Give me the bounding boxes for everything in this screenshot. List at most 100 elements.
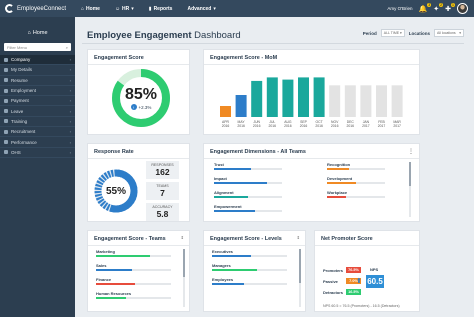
bar-fill [96, 297, 126, 300]
scrollbar-thumb[interactable] [299, 249, 301, 283]
main-nav: ⌂ Home ☺ HR ▾ ▮ Reports Advanced ▾ [81, 6, 216, 12]
bar[interactable] [251, 80, 263, 117]
user-name[interactable]: Amy O'Brien [387, 6, 412, 11]
sidebar-item-payment[interactable]: Payment › [0, 96, 75, 107]
dimensions-panel: Engagement Dimensions - All Teams ⋮ Trus… [203, 143, 420, 222]
bar[interactable] [344, 85, 356, 117]
avatar[interactable] [457, 3, 468, 14]
tick-label: JUN 2016 [252, 120, 261, 128]
scrollbar-thumb[interactable] [409, 162, 411, 186]
logo-icon [5, 4, 14, 13]
response-value: 55% [105, 185, 126, 197]
sidebar-item-employment[interactable]: Employment › [0, 86, 75, 97]
panel-title: Engagement Score - Levels [210, 236, 282, 242]
tick-label: JAN 2017 [362, 120, 370, 128]
alert-icon[interactable]: ✦ 2 [433, 2, 444, 13]
sidebar-item-leave[interactable]: Leave › [0, 106, 75, 117]
filters: Period ALL TIME ▾ Locations All locations… [363, 29, 464, 37]
dimension-label: Recognition [327, 162, 351, 167]
response-donut: 55% [93, 168, 139, 214]
stat-responses: RESPONSES 162 [146, 161, 179, 179]
chevron-right-icon: › [69, 139, 71, 145]
sort-icon[interactable]: ⇕ [181, 235, 184, 240]
chevron-right-icon: › [69, 57, 71, 63]
chart-icon: ▮ [148, 5, 152, 12]
divider [88, 158, 189, 159]
locations-select[interactable]: All locations ▾ [434, 29, 464, 37]
nps-panel: Net Promoter Score Promoters 76.5% Passiv… [314, 230, 420, 312]
bar[interactable] [298, 77, 309, 117]
nav-hr[interactable]: ☺ HR ▾ [115, 6, 134, 12]
chevron-right-icon: › [69, 149, 71, 155]
sidebar-item-my-details[interactable]: My Details › [0, 65, 75, 76]
nav-advanced[interactable]: Advanced ▾ [187, 6, 215, 12]
arrow-up-icon: ⬆ [356, 278, 362, 285]
filter-menu-input[interactable]: Filter Menu ⌕ [4, 43, 71, 51]
bar[interactable] [360, 85, 372, 117]
chevron-right-icon: › [69, 129, 71, 135]
bar[interactable] [282, 79, 294, 117]
panel-title: Engagement Score - MoM [210, 55, 278, 61]
tick-label: DEC 2016 [346, 120, 355, 128]
sidebar-item-label: Performance [11, 139, 37, 145]
mom-panel: Engagement Score - MoM APR 2016 MAY 2016 JUN… [203, 49, 420, 135]
sidebar-item-company[interactable]: Company › [0, 55, 75, 66]
chevron-down-icon: ▾ [459, 31, 461, 35]
bar[interactable] [376, 85, 387, 117]
period-label: Period [362, 30, 377, 36]
bar[interactable] [329, 85, 341, 117]
stat-accuracy: ACCURACY 5.8 [146, 203, 179, 221]
sidebar-item-training[interactable]: Training › [0, 117, 75, 128]
page-title: Employee Engagement Dashboard [87, 30, 241, 41]
bar[interactable] [313, 77, 325, 117]
logo[interactable]: EmployeeConnect [0, 0, 75, 17]
tick-label: AUG 2016 [284, 120, 292, 128]
bar[interactable] [391, 85, 403, 117]
bar[interactable] [235, 95, 247, 117]
chevron-right-icon: › [69, 118, 71, 124]
top-right-area: Amy O'Brien 🔔 3 ✦ 2 ✚ 1 [387, 2, 474, 14]
response-rate-panel: Response Rate 55% RESPONSES 162 TEAMS 7 AC… [87, 143, 190, 222]
menu-icon [4, 78, 8, 83]
nav-home[interactable]: ⌂ Home [81, 6, 100, 12]
sidebar-item-label: Employment [11, 88, 37, 94]
menu-icon [4, 119, 8, 124]
sort-icon[interactable]: ⇕ [297, 235, 300, 240]
dimension-label: Trust [214, 162, 224, 167]
dimension-bar [214, 168, 252, 171]
sidebar-home[interactable]: ⌂ Home [0, 26, 75, 40]
sidebar-item-ohs[interactable]: OHS › [0, 148, 75, 158]
more-options-icon[interactable]: ⋮ [408, 148, 414, 155]
scrollbar-thumb[interactable] [183, 249, 185, 277]
menu-icon [4, 98, 8, 103]
bar-label: Sales [96, 263, 107, 268]
dimension-bar [214, 210, 255, 213]
panel-title: Engagement Score - Teams [94, 236, 166, 242]
teams-panel: Engagement Score - Teams ⇕ Marketing Sale… [87, 230, 190, 312]
sidebar-item-label: Company [11, 57, 31, 63]
divider [88, 245, 189, 246]
bar-label: Employees [212, 277, 234, 282]
notification-icon[interactable]: 🔔 3 [419, 2, 432, 13]
bar[interactable] [266, 77, 278, 117]
tick-label: MAY 2016 [237, 120, 245, 128]
sidebar-item-performance[interactable]: Performance › [0, 137, 75, 148]
nav-reports[interactable]: ▮ Reports [149, 6, 173, 12]
dimension-label: Impact [214, 176, 227, 181]
tick-label: JUL 2016 [268, 120, 277, 128]
bar-fill [96, 255, 150, 258]
engagement-delta: ↑ +2.3% [130, 104, 152, 110]
sidebar-home-label: Home [32, 30, 48, 36]
divider [315, 245, 419, 246]
top-bar: EmployeeConnect ⌂ Home ☺ HR ▾ ▮ Reports Adva… [0, 0, 474, 17]
bar[interactable] [220, 106, 231, 117]
nps-label: NPS [370, 267, 379, 272]
sidebar-item-resume[interactable]: Resume › [0, 76, 75, 86]
task-icon[interactable]: ✚ 1 [445, 2, 455, 13]
menu-icon [4, 140, 8, 145]
sidebar-item-recruitment[interactable]: Recruitment › [0, 127, 75, 138]
tick-label: NOV 2016 [330, 120, 339, 128]
period-select[interactable]: ALL TIME ▾ [380, 29, 405, 37]
levels-panel: Engagement Score - Levels ⇕ Executives Ma… [203, 230, 306, 312]
panel-title: Response Rate [94, 149, 134, 155]
